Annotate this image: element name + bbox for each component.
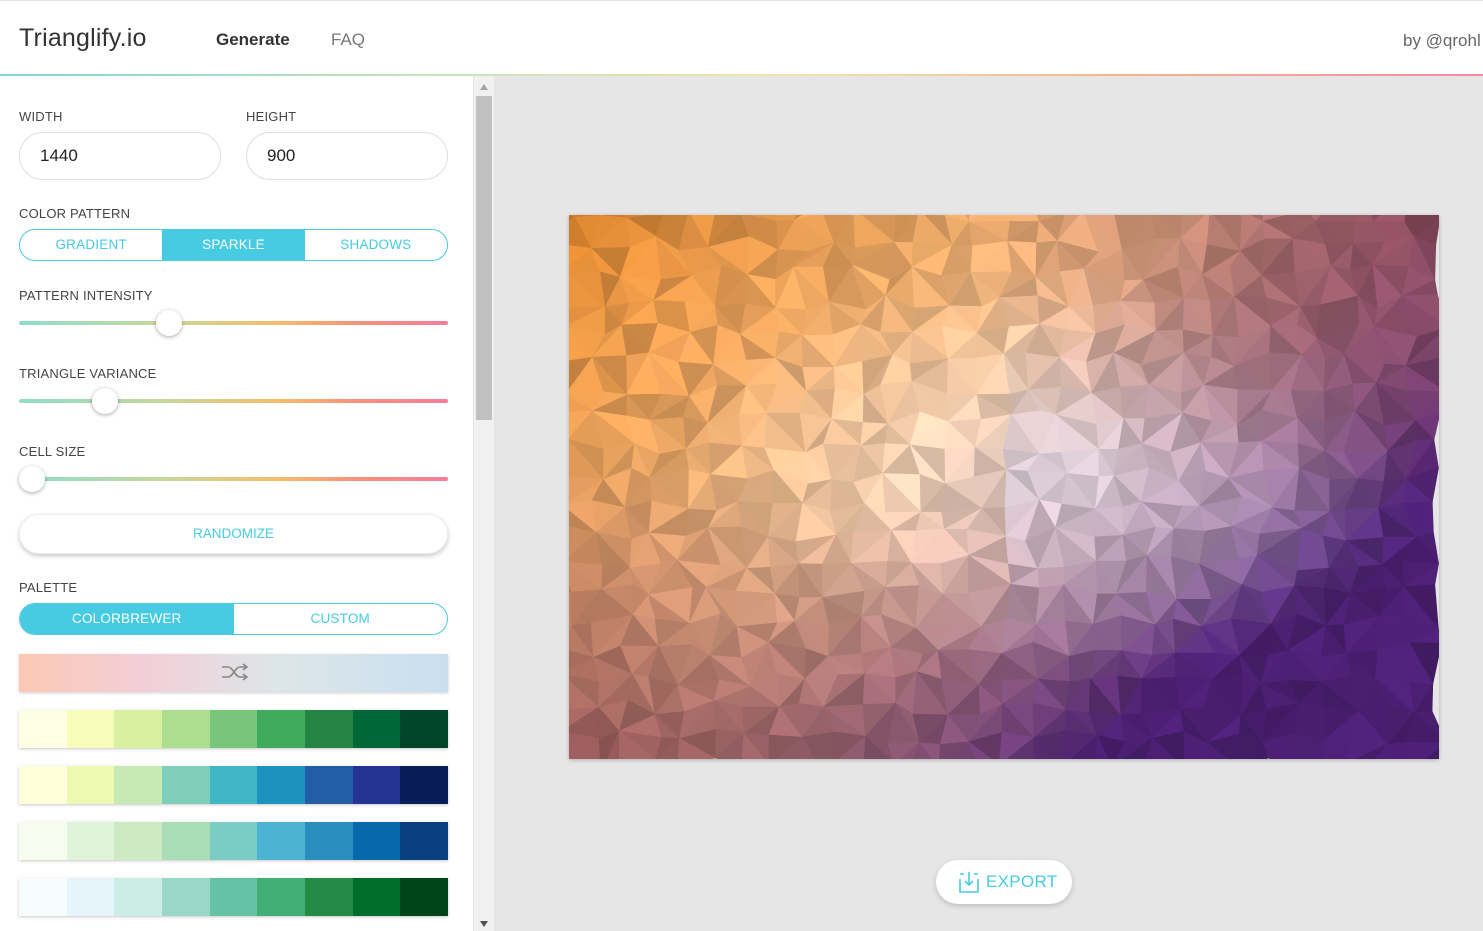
palette-color-cell — [19, 822, 67, 860]
palette-color-cell — [305, 822, 353, 860]
palette-color-cell — [66, 878, 115, 916]
palette-color-cell — [257, 766, 306, 804]
palette-color-cell — [114, 766, 163, 804]
slider-thumb[interactable] — [156, 310, 183, 336]
palette-color-cell — [66, 710, 115, 748]
pattern-preview-image — [569, 215, 1439, 759]
palette-color-cell — [66, 766, 115, 804]
scroll-up-arrow-icon[interactable] — [480, 84, 488, 90]
triangle-variance-slider[interactable] — [19, 388, 448, 414]
scroll-down-arrow-icon[interactable] — [480, 921, 488, 927]
author-byline[interactable]: by @qrohl — [1403, 31, 1481, 51]
palette-color-cell — [209, 710, 258, 748]
palette-color-cell — [352, 710, 401, 748]
palette-color-cell — [162, 710, 210, 748]
preview-area: EXPORT — [494, 76, 1483, 931]
color-pattern-label: COLOR PATTERN — [19, 206, 131, 221]
width-input[interactable]: 1440 — [19, 132, 221, 180]
scrollbar-thumb[interactable] — [476, 96, 492, 420]
shuffle-palette-swatch[interactable] — [19, 654, 448, 692]
palette-option-custom[interactable]: CUSTOM — [234, 604, 448, 634]
nav-generate[interactable]: Generate — [216, 30, 290, 50]
pattern-option-gradient[interactable]: GRADIENT — [20, 230, 162, 260]
palette-color-cell — [352, 878, 401, 916]
export-label: EXPORT — [986, 872, 1058, 891]
pattern-intensity-slider[interactable] — [19, 310, 448, 336]
pattern-triangle — [968, 215, 1011, 223]
palette-option-colorbrewer[interactable]: COLORBREWER — [20, 604, 234, 634]
slider-track — [19, 321, 448, 325]
palette-color-cell — [257, 878, 306, 916]
palette-color-cell — [400, 766, 449, 804]
palette-color-cell — [19, 710, 67, 748]
color-pattern-toggle: GRADIENT SPARKLE SHADOWS — [19, 229, 448, 261]
palette-color-cell — [114, 710, 163, 748]
palette-color-cell — [19, 766, 67, 804]
cell-size-slider[interactable] — [19, 466, 448, 492]
palette-color-cell — [352, 822, 401, 860]
palette-color-cell — [209, 766, 258, 804]
pattern-option-shadows[interactable]: SHADOWS — [305, 230, 447, 260]
palette-color-cell — [305, 710, 353, 748]
palette-color-cell — [305, 766, 353, 804]
palette-swatch[interactable] — [19, 822, 449, 860]
triangle-pattern-svg — [569, 215, 1439, 759]
pattern-triangle — [1009, 215, 1040, 222]
palette-color-cell — [162, 822, 210, 860]
palette-swatch[interactable] — [19, 766, 449, 804]
download-icon — [959, 872, 979, 893]
slider-thumb[interactable] — [19, 466, 45, 492]
palette-color-cell — [257, 822, 306, 860]
pattern-option-sparkle[interactable]: SPARKLE — [162, 230, 305, 260]
triangle-variance-label: TRIANGLE VARIANCE — [19, 366, 157, 381]
brand-logo[interactable]: Trianglify.io — [19, 24, 147, 53]
palette-color-cell — [19, 878, 67, 916]
shuffle-icon — [222, 663, 249, 681]
palette-color-cell — [209, 822, 258, 860]
palette-color-cell — [114, 878, 163, 916]
height-label: HEIGHT — [246, 109, 297, 124]
palette-color-cell — [352, 766, 401, 804]
palette-label: PALETTE — [19, 580, 78, 595]
nav-faq[interactable]: FAQ — [331, 30, 365, 50]
palette-color-cell — [209, 878, 258, 916]
height-input[interactable]: 900 — [246, 132, 448, 180]
export-button[interactable]: EXPORT — [936, 860, 1072, 904]
palette-color-cell — [66, 822, 115, 860]
sidebar-scrollbar[interactable] — [473, 76, 494, 931]
pattern-triangle — [1314, 215, 1355, 223]
palette-source-toggle: COLORBREWER CUSTOM — [19, 603, 448, 635]
slider-track — [19, 477, 448, 481]
randomize-button[interactable]: RANDOMIZE — [19, 514, 448, 554]
slider-track — [19, 399, 448, 403]
palette-color-cell — [305, 878, 353, 916]
palette-color-cell — [257, 710, 306, 748]
palette-color-cell — [162, 878, 210, 916]
slider-thumb[interactable] — [91, 388, 118, 414]
palette-color-cell — [162, 766, 210, 804]
settings-sidebar: WIDTH HEIGHT 1440 900 COLOR PATTERN GRAD… — [0, 76, 473, 931]
palette-swatch[interactable] — [19, 710, 449, 748]
pattern-intensity-label: PATTERN INTENSITY — [19, 288, 153, 303]
width-label: WIDTH — [19, 109, 63, 124]
palette-color-cell — [400, 822, 449, 860]
palette-swatch[interactable] — [19, 878, 449, 916]
top-header: Trianglify.io Generate FAQ by @qrohl — [0, 0, 1483, 76]
pattern-triangle — [1353, 215, 1374, 223]
palette-color-cell — [400, 878, 449, 916]
palette-color-cell — [400, 710, 449, 748]
palette-color-cell — [114, 822, 163, 860]
cell-size-label: CELL SIZE — [19, 444, 86, 459]
